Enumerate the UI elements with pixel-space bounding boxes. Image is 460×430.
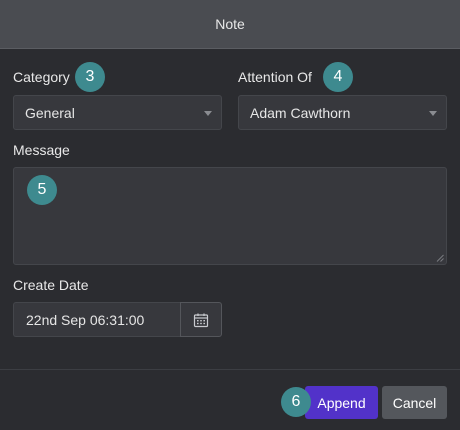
dialog-title: Note — [215, 16, 245, 32]
attention-of-label: Attention Of — [238, 69, 312, 85]
resize-grip-icon[interactable] — [436, 254, 444, 262]
append-step-badge: 6 — [281, 387, 311, 417]
calendar-icon — [193, 313, 209, 327]
chevron-down-icon — [429, 111, 437, 116]
create-date-label: Create Date — [13, 277, 89, 293]
attention-of-step-badge: 4 — [323, 62, 353, 92]
message-textarea[interactable] — [13, 167, 447, 265]
category-select-value: General — [25, 104, 75, 121]
category-label: Category — [13, 69, 70, 85]
cancel-button[interactable]: Cancel — [382, 386, 447, 419]
note-dialog: Note Category 3 General Attention Of 4 A… — [0, 0, 460, 430]
category-step-badge: 3 — [75, 62, 105, 92]
chevron-down-icon — [204, 111, 212, 116]
category-select[interactable]: General — [13, 95, 222, 130]
dialog-header: Note — [0, 0, 460, 49]
create-date-value: 22nd Sep 06:31:00 — [26, 311, 145, 328]
footer-divider — [0, 369, 460, 370]
attention-of-select[interactable]: Adam Cawthorn — [238, 95, 447, 130]
message-label: Message — [13, 142, 70, 158]
date-picker-button[interactable] — [180, 302, 222, 337]
message-step-badge: 5 — [27, 175, 57, 205]
attention-of-select-value: Adam Cawthorn — [250, 104, 351, 121]
append-button[interactable]: Append — [305, 386, 378, 419]
create-date-input[interactable]: 22nd Sep 06:31:00 — [13, 302, 181, 337]
